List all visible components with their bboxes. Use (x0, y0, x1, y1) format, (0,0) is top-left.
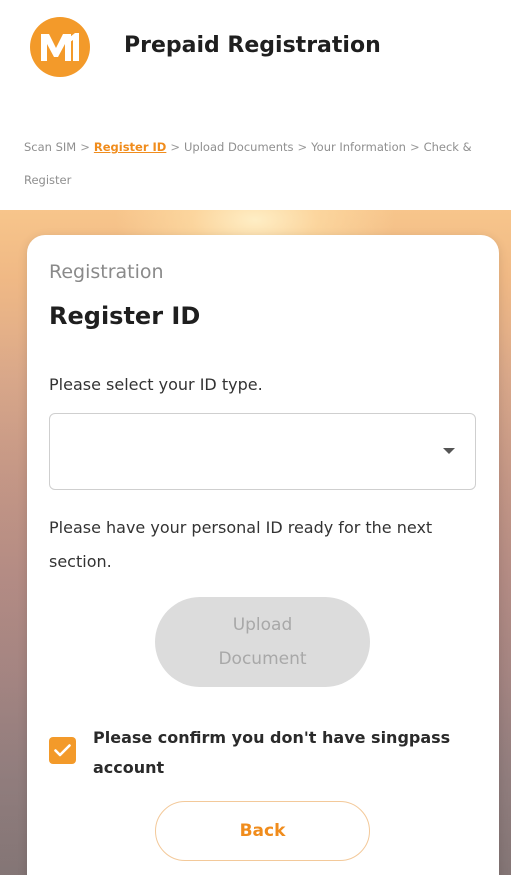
card-eyebrow: Registration (49, 261, 164, 283)
breadcrumb-item-register-id[interactable]: Register ID (94, 140, 166, 154)
breadcrumb-item-upload-documents[interactable]: Upload Documents (184, 140, 294, 154)
app-header: Prepaid Registration (0, 0, 511, 96)
singpass-confirm-label: Please confirm you don't have singpass a… (93, 728, 451, 777)
breadcrumb-separator: > (170, 140, 180, 154)
m1-logo (30, 17, 90, 77)
breadcrumb-separator: > (80, 140, 90, 154)
back-button[interactable]: Back (155, 801, 370, 861)
chevron-down-icon (443, 448, 455, 454)
page: Prepaid Registration Scan SIM > Register I… (0, 0, 511, 875)
id-type-select[interactable] (49, 413, 476, 490)
breadcrumb-separator: > (409, 140, 420, 154)
id-ready-note: Please have your personal ID ready for t… (49, 518, 433, 571)
singpass-confirm-row[interactable]: Please confirm you don't have singpass a… (49, 723, 479, 783)
breadcrumb-item-scan-sim[interactable]: Scan SIM (24, 140, 76, 154)
breadcrumb-separator: > (297, 140, 308, 154)
checkmark-icon (54, 744, 71, 757)
card-title: Register ID (49, 302, 201, 330)
page-title: Prepaid Registration (124, 33, 381, 58)
id-type-prompt: Please select your ID type. (49, 375, 263, 394)
upload-document-button[interactable]: Upload Document (155, 597, 370, 687)
m1-logo-mark (41, 33, 79, 61)
registration-card: Registration Register ID Please select y… (27, 235, 499, 875)
singpass-confirm-checkbox[interactable] (49, 737, 76, 764)
breadcrumb: Scan SIM > Register ID > Upload Documents > Yo… (24, 131, 494, 197)
breadcrumb-item-your-information[interactable]: Your Information (311, 140, 406, 154)
